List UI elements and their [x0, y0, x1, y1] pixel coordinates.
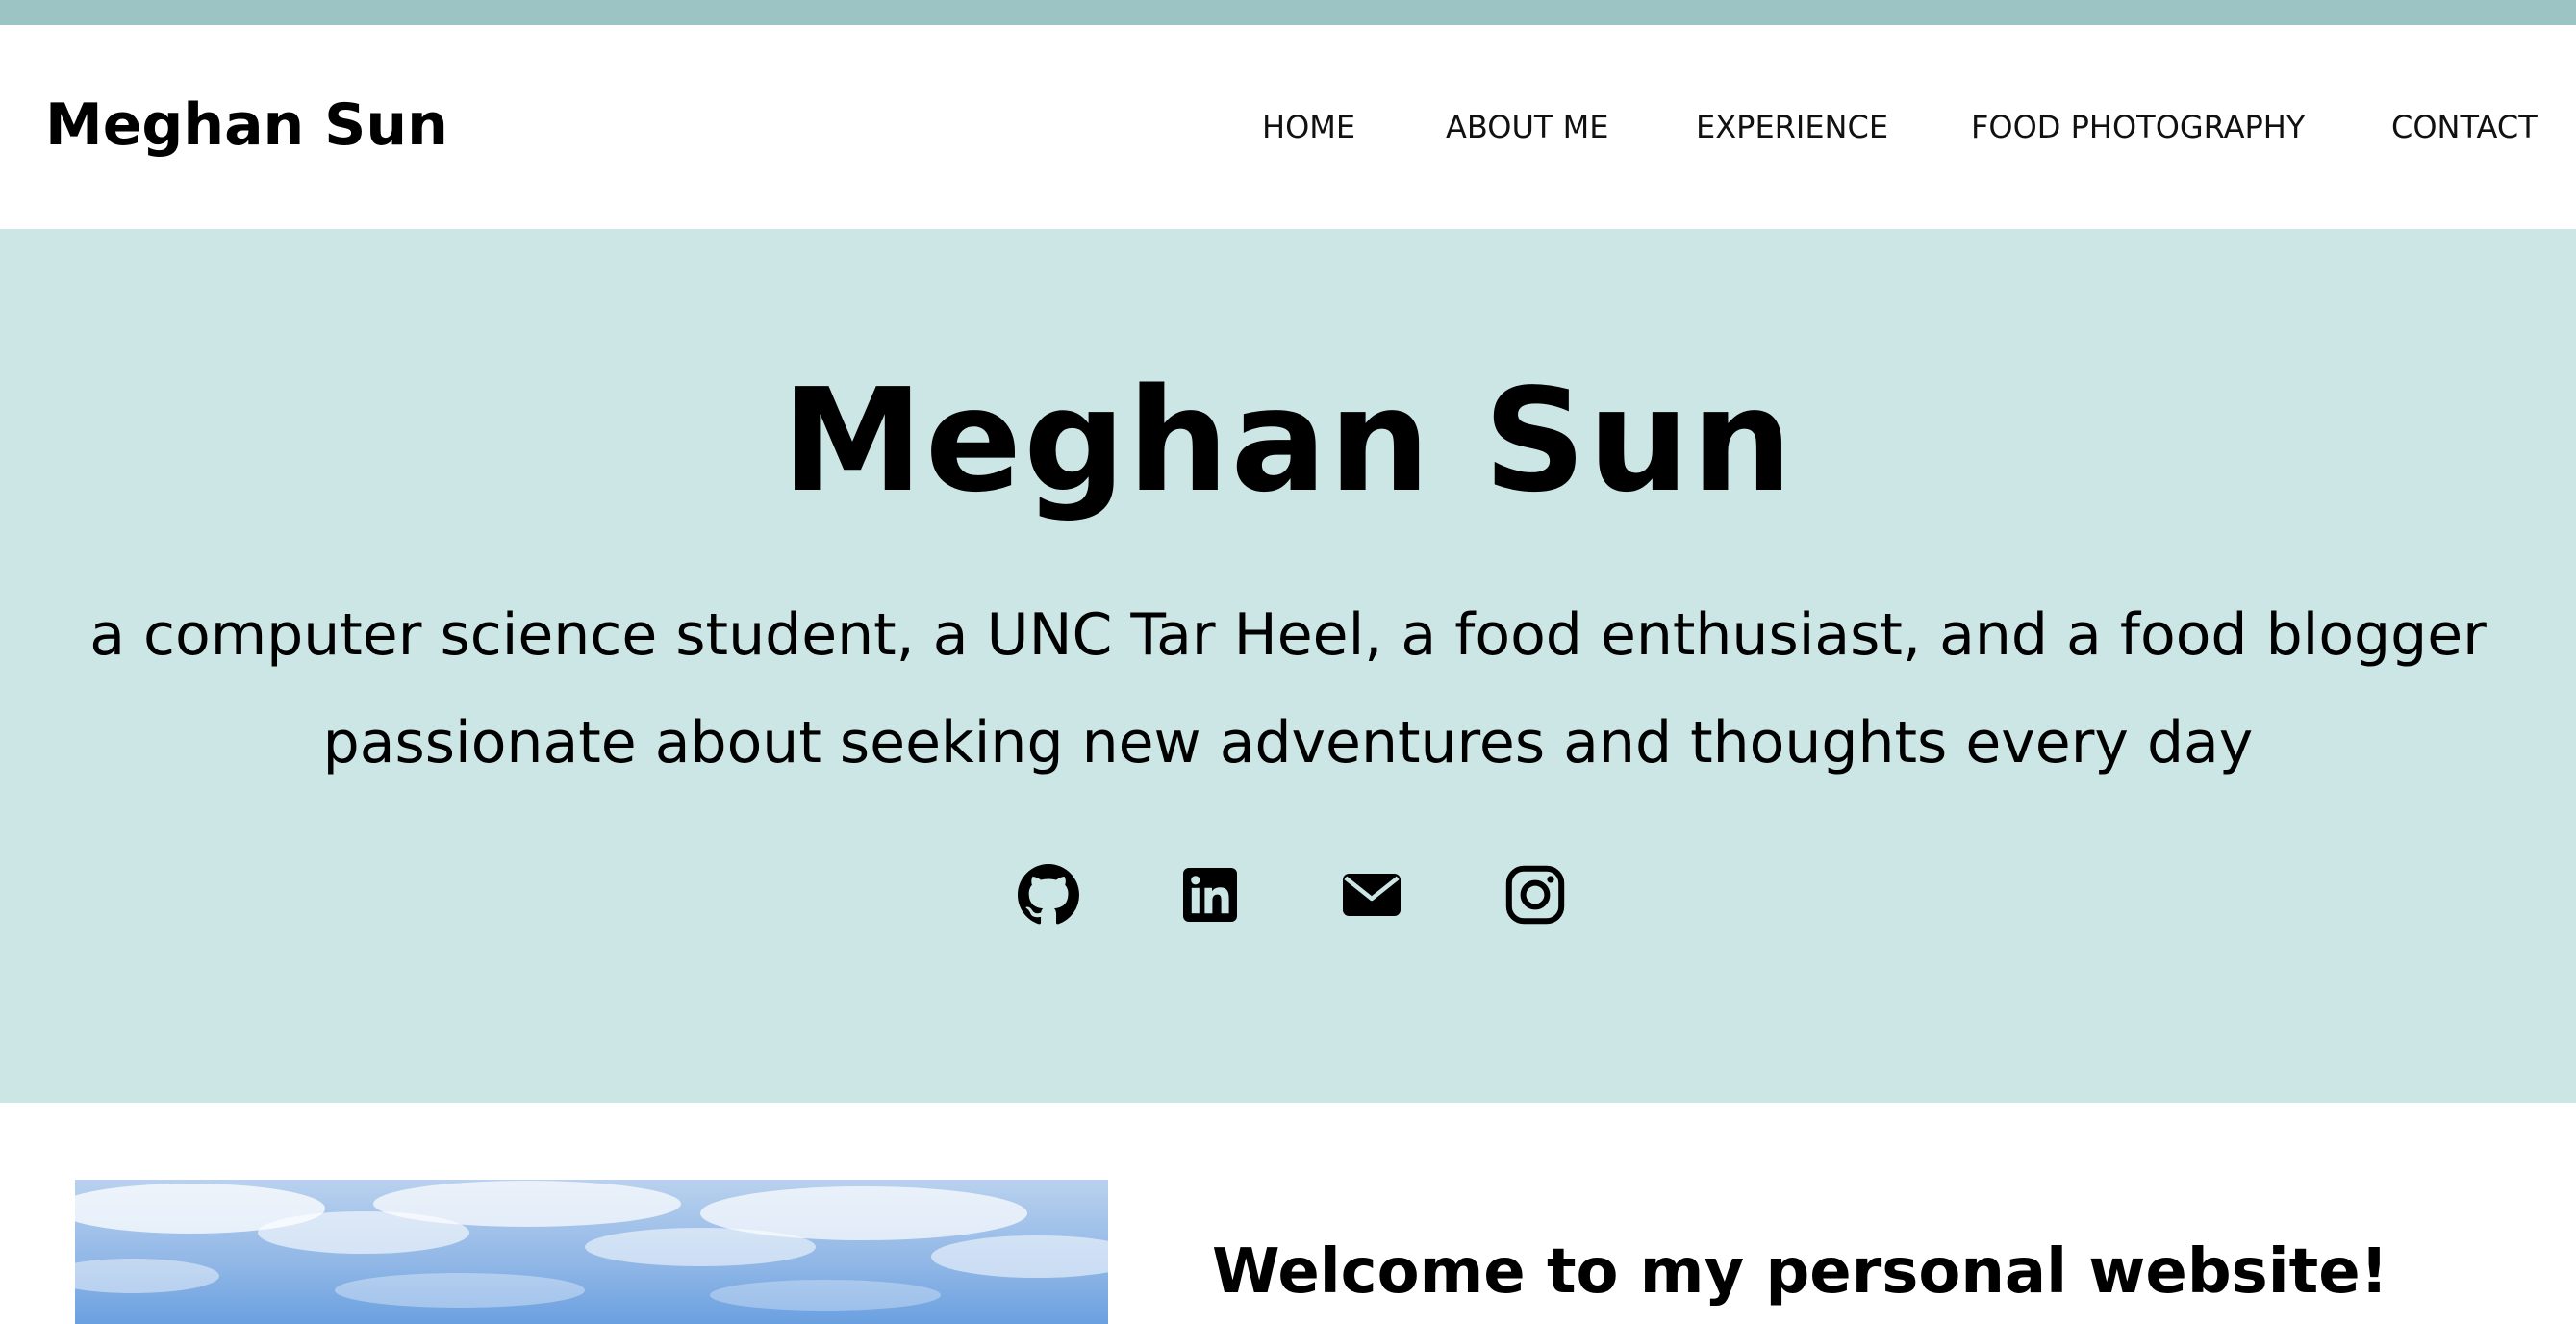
sky-photo: [75, 1180, 1108, 1324]
nav-experience[interactable]: EXPERIENCE: [1696, 108, 1888, 146]
email-icon[interactable]: [1341, 864, 1402, 926]
github-icon[interactable]: [1018, 864, 1079, 926]
linkedin-icon[interactable]: [1179, 864, 1241, 926]
nav-home[interactable]: HOME: [1262, 108, 1355, 146]
hero-tagline-line1: a computer science student, a UNC Tar He…: [89, 601, 2487, 669]
navbar: Meghan Sun HOME ABOUT ME EXPERIENCE FOOD…: [0, 25, 2576, 229]
welcome-heading: Welcome to my personal website!: [1212, 1236, 2388, 1308]
nav-food-photography[interactable]: FOOD PHOTOGRAPHY: [1971, 108, 2305, 146]
site-brand[interactable]: Meghan Sun: [45, 87, 448, 164]
nav-about-me[interactable]: ABOUT ME: [1446, 108, 1608, 146]
hero-tagline-line2: passionate about seeking new adventures …: [322, 709, 2254, 777]
hero-title: Meghan Sun: [781, 358, 1795, 523]
hero-section: Meghan Sun a computer science student, a…: [0, 229, 2576, 1103]
instagram-icon[interactable]: [1504, 864, 1566, 926]
top-accent-stripe: [0, 0, 2576, 25]
nav-contact[interactable]: CONTACT: [2391, 108, 2538, 146]
